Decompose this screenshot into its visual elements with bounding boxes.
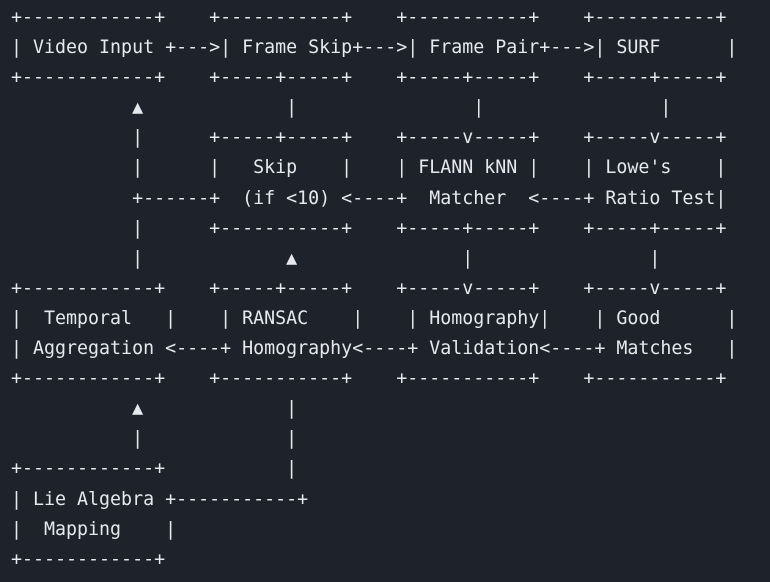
- diagram-line: | |: [11, 428, 298, 450]
- diagram-line: +------------+: [11, 548, 166, 570]
- diagram-line: +------+ (if <10) <----+ Matcher <----+ …: [11, 187, 727, 209]
- diagram-line: | Mapping |: [11, 518, 177, 540]
- diagram-line: | | Skip | | FLANN kNN | | Lowe's |: [11, 157, 727, 179]
- diagram-line: | Temporal | | RANSAC | | Homography| | …: [11, 307, 738, 329]
- diagram-line: +------------+ +-----+-----+ +-----v----…: [11, 277, 727, 299]
- diagram-line: ▲ |: [11, 398, 298, 420]
- diagram-line: +------------+ +-----------+ +----------…: [11, 7, 727, 28]
- diagram-line: | ▲ | |: [11, 247, 661, 269]
- diagram-line: ▲ | | |: [11, 97, 672, 119]
- diagram-line: | Video Input +--->| Frame Skip+--->| Fr…: [11, 37, 738, 59]
- diagram-line: | Lie Algebra +-----------+: [11, 488, 309, 510]
- diagram-line: +------------+ +-----------+ +----------…: [11, 368, 727, 390]
- diagram-line: | Aggregation <----+ Homography<----+ Va…: [11, 338, 738, 360]
- diagram-line: | +-----------+ +-----+-----+ +-----+---…: [11, 217, 727, 239]
- diagram-line: +------------+ +-----+-----+ +-----+----…: [11, 67, 727, 89]
- diagram-line: | +-----+-----+ +-----v-----+ +-----v---…: [11, 127, 727, 149]
- ascii-art-block: +------------+ +-----------+ +----------…: [11, 3, 737, 575]
- diagram-line: +------------+ |: [11, 458, 298, 480]
- pipeline-ascii-diagram: +------------+ +-----------+ +----------…: [0, 0, 770, 582]
